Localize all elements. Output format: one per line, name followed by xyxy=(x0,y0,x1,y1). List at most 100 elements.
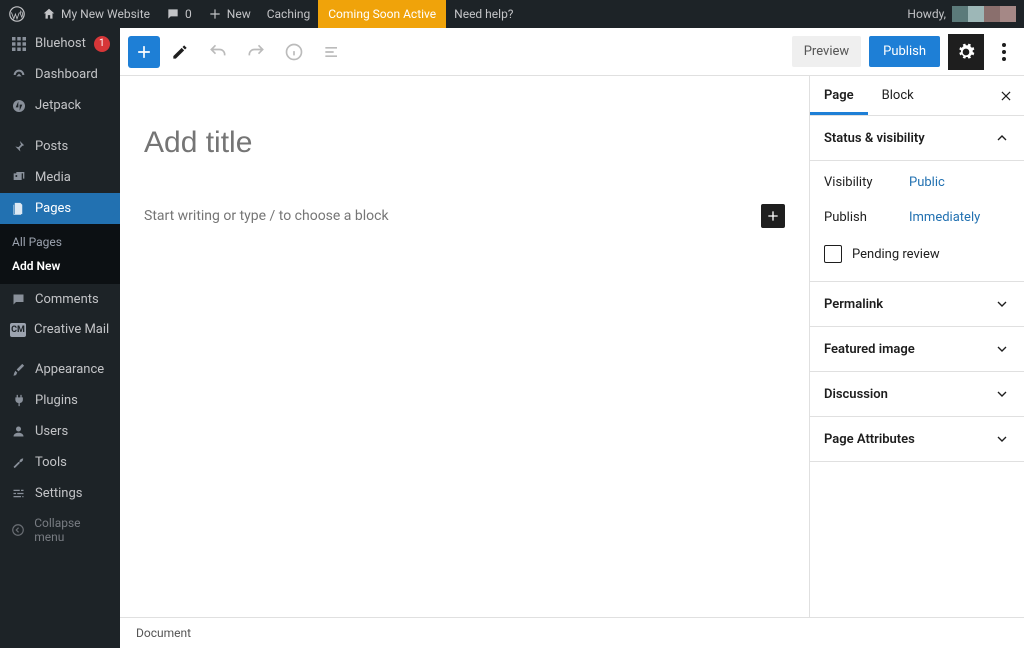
plug-icon xyxy=(10,392,27,409)
chevron-down-icon xyxy=(994,386,1010,402)
admin-bar: My New Website 0 New Caching Coming Soon… xyxy=(0,0,1024,28)
chevron-down-icon xyxy=(994,431,1010,447)
media-icon xyxy=(10,169,27,186)
outline-button[interactable] xyxy=(314,34,350,70)
sidebar-item-label: Comments xyxy=(35,292,99,307)
post-title-input[interactable] xyxy=(144,124,785,162)
sidebar-item-label: Plugins xyxy=(35,393,78,408)
howdy-label: Howdy, xyxy=(907,7,946,21)
editor-toolbar: Preview Publish xyxy=(120,28,1024,76)
sidebar-item-label: Posts xyxy=(35,139,68,154)
sidebar-item-label: Pages xyxy=(35,201,71,216)
caching-link[interactable]: Caching xyxy=(259,0,319,28)
pages-icon xyxy=(10,200,27,217)
caching-label: Caching xyxy=(267,7,311,21)
coming-soon-badge[interactable]: Coming Soon Active xyxy=(318,0,446,28)
publish-button[interactable]: Publish xyxy=(869,36,940,67)
sidebar-item-label: Users xyxy=(35,424,68,439)
publish-label: Publish xyxy=(824,210,909,225)
comments-count: 0 xyxy=(185,7,192,21)
sidebar-item-label: Appearance xyxy=(35,362,104,377)
sidebar-submenu-pages: All Pages Add New xyxy=(0,224,120,284)
pin-icon xyxy=(10,138,27,155)
chevron-down-icon xyxy=(994,296,1010,312)
add-block-button[interactable] xyxy=(128,36,160,68)
bluehost-icon xyxy=(10,35,27,52)
editor-footer: Document xyxy=(120,617,1024,648)
sidebar-collapse[interactable]: Collapse menu xyxy=(0,509,120,551)
sidebar-item-creative-mail[interactable]: CM Creative Mail xyxy=(0,315,120,344)
chevron-down-icon xyxy=(994,341,1010,357)
visibility-label: Visibility xyxy=(824,175,909,190)
pending-review-checkbox[interactable] xyxy=(824,245,842,263)
sidebar-item-label: Settings xyxy=(35,486,82,501)
panel-permalink[interactable]: Permalink xyxy=(810,282,1024,327)
update-badge: 1 xyxy=(94,36,110,52)
avatar xyxy=(952,6,1016,22)
visibility-value[interactable]: Public xyxy=(909,175,945,190)
new-link[interactable]: New xyxy=(200,0,259,28)
admin-sidebar: Bluehost 1 Dashboard Jetpack Posts Media… xyxy=(0,28,120,648)
sidebar-item-tools[interactable]: Tools xyxy=(0,447,120,478)
sidebar-item-users[interactable]: Users xyxy=(0,416,120,447)
sidebar-item-appearance[interactable]: Appearance xyxy=(0,354,120,385)
brush-icon xyxy=(10,361,27,378)
sidebar-item-label: Bluehost xyxy=(35,36,86,51)
inline-add-block-button[interactable] xyxy=(761,204,785,228)
collapse-icon xyxy=(10,522,26,539)
sidebar-item-settings[interactable]: Settings xyxy=(0,478,120,509)
site-link[interactable]: My New Website xyxy=(34,0,158,28)
sidebar-item-dashboard[interactable]: Dashboard xyxy=(0,59,120,90)
user-icon xyxy=(10,423,27,440)
sidebar-item-jetpack[interactable]: Jetpack xyxy=(0,90,120,121)
site-title: My New Website xyxy=(61,7,150,21)
comments-link[interactable]: 0 xyxy=(158,0,200,28)
wordpress-logo[interactable] xyxy=(0,0,34,28)
sidebar-item-bluehost[interactable]: Bluehost 1 xyxy=(0,28,120,59)
panel-status-visibility[interactable]: Status & visibility xyxy=(810,116,1024,161)
panel-title: Featured image xyxy=(824,342,915,357)
publish-value[interactable]: Immediately xyxy=(909,210,980,225)
sidebar-item-pages[interactable]: Pages xyxy=(0,193,120,224)
panel-title: Page Attributes xyxy=(824,432,915,447)
settings-toggle-button[interactable] xyxy=(948,34,984,70)
tab-block[interactable]: Block xyxy=(868,76,928,115)
preview-button[interactable]: Preview xyxy=(792,36,861,67)
sidebar-item-posts[interactable]: Posts xyxy=(0,131,120,162)
wrench-icon xyxy=(10,454,27,471)
undo-button[interactable] xyxy=(200,34,236,70)
info-button[interactable] xyxy=(276,34,312,70)
plus-icon xyxy=(208,7,222,21)
panel-page-attributes[interactable]: Page Attributes xyxy=(810,417,1024,462)
tab-page[interactable]: Page xyxy=(810,76,868,115)
admin-bar-account[interactable]: Howdy, xyxy=(907,6,1024,22)
close-settings-button[interactable] xyxy=(988,76,1024,115)
comment-icon xyxy=(10,291,27,308)
edit-mode-button[interactable] xyxy=(162,34,198,70)
sidebar-item-plugins[interactable]: Plugins xyxy=(0,385,120,416)
panel-title: Status & visibility xyxy=(824,131,925,146)
editor-canvas[interactable]: Start writing or type / to choose a bloc… xyxy=(120,76,809,617)
panel-featured-image[interactable]: Featured image xyxy=(810,327,1024,372)
panel-discussion[interactable]: Discussion xyxy=(810,372,1024,417)
panel-title: Permalink xyxy=(824,297,883,312)
new-label: New xyxy=(227,7,251,21)
comment-icon xyxy=(166,7,180,21)
more-options-button[interactable] xyxy=(992,43,1016,61)
sidebar-item-label: Tools xyxy=(35,455,67,470)
sidebar-subitem-add-new[interactable]: Add New xyxy=(0,254,120,278)
dashboard-icon xyxy=(10,66,27,83)
content-placeholder[interactable]: Start writing or type / to choose a bloc… xyxy=(144,208,761,224)
sidebar-item-label: Media xyxy=(35,170,71,185)
sidebar-item-label: Creative Mail xyxy=(34,322,109,337)
sidebar-item-comments[interactable]: Comments xyxy=(0,284,120,315)
sidebar-item-media[interactable]: Media xyxy=(0,162,120,193)
help-link[interactable]: Need help? xyxy=(446,0,521,28)
redo-button[interactable] xyxy=(238,34,274,70)
sidebar-item-label: Jetpack xyxy=(35,98,81,113)
sidebar-subitem-all-pages[interactable]: All Pages xyxy=(0,230,120,254)
sidebar-item-label: Dashboard xyxy=(35,67,98,82)
creative-mail-icon: CM xyxy=(10,323,26,337)
collapse-label: Collapse menu xyxy=(34,516,110,544)
breadcrumb[interactable]: Document xyxy=(136,626,191,640)
